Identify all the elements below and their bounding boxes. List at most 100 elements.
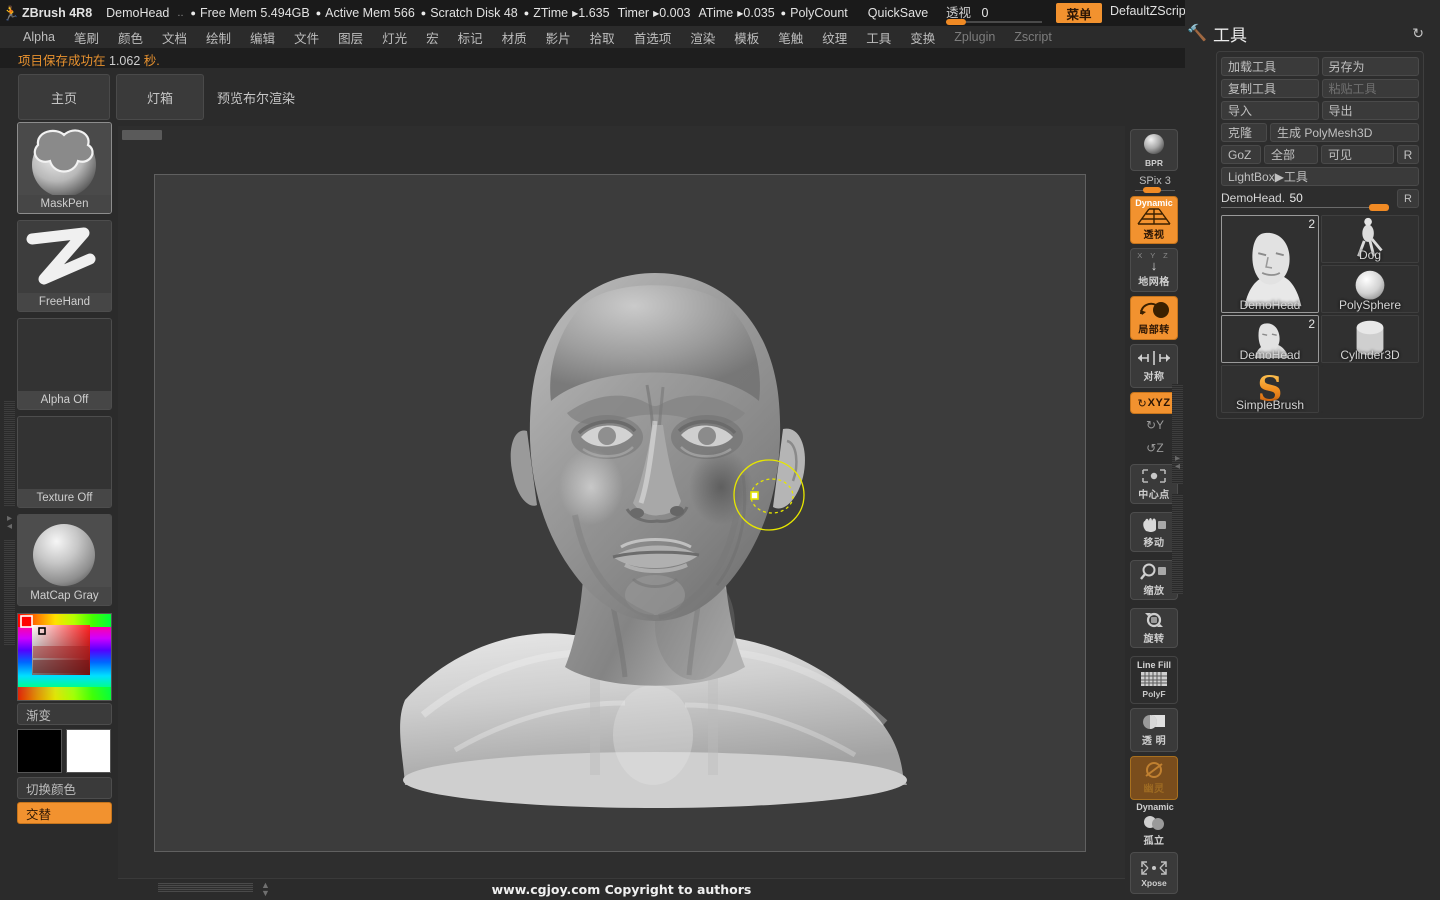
goz-button[interactable]: GoZ	[1221, 145, 1261, 164]
menu-item-transform[interactable]: 变换	[901, 26, 944, 49]
local-transform-button[interactable]: 局部转	[1130, 296, 1178, 340]
quicksave-button[interactable]: QuickSave	[868, 6, 928, 20]
menu-item-zplugin[interactable]: Zplugin	[945, 28, 1004, 46]
tool-cell-polysphere[interactable]: PolySphere	[1321, 265, 1419, 313]
floor-grid-button[interactable]: X Y Z ↓ 地网格	[1130, 248, 1178, 292]
load-tool-button[interactable]: 加载工具	[1221, 57, 1319, 76]
menu-item-color[interactable]: 颜色	[109, 26, 152, 49]
tool-cell-label: SimpleBrush	[1235, 398, 1305, 412]
bpr-render-button[interactable]: BPR	[1130, 129, 1178, 171]
primary-color-swatch[interactable]	[17, 729, 62, 773]
import-button[interactable]: 导入	[1221, 101, 1319, 120]
xpose-label: Xpose	[1141, 877, 1167, 888]
menu-item-marker[interactable]: 标记	[449, 26, 492, 49]
ghost-button[interactable]: 幽灵	[1130, 756, 1178, 800]
alternate-button[interactable]: 交替	[17, 802, 112, 824]
menu-item-movie[interactable]: 影片	[537, 26, 580, 49]
visible-button[interactable]: 可见	[1321, 145, 1394, 164]
menu-item-stroke[interactable]: 笔触	[769, 26, 812, 49]
spix-slider[interactable]: SPix 3	[1125, 175, 1185, 187]
menu-item-brush[interactable]: 笔刷	[65, 26, 108, 49]
move-tool-button[interactable]: 移动	[1130, 512, 1178, 552]
menu-item-layer[interactable]: 图层	[329, 26, 372, 49]
tool-cell-cylinder3d[interactable]: Cylinder3D	[1321, 315, 1419, 363]
menu-button[interactable]: 菜单	[1056, 3, 1102, 23]
r-button[interactable]: R	[1397, 145, 1419, 164]
polyframe-button[interactable]: Line Fill PolyF	[1130, 656, 1178, 704]
lightbox-button[interactable]: 灯箱	[116, 74, 204, 120]
tool-cell-dog[interactable]: Dog	[1321, 215, 1419, 263]
symmetry-button[interactable]: 对称	[1130, 344, 1178, 388]
menu-item-light[interactable]: 灯光	[373, 26, 416, 49]
texture-tile[interactable]: Texture Off	[17, 416, 112, 508]
menu-item-macro[interactable]: 宏	[417, 26, 448, 49]
current-tool-slider[interactable]: DemoHead. 50 R	[1221, 189, 1419, 211]
menu-item-tool[interactable]: 工具	[857, 26, 900, 49]
switch-color-button[interactable]: 切换颜色	[17, 777, 112, 799]
tool-cell-simplebrush[interactable]: S SimpleBrush	[1221, 365, 1319, 413]
menu-item-preferences[interactable]: 首选项	[625, 26, 681, 49]
tool-cell-demohead[interactable]: 2 DemoHead	[1221, 215, 1319, 313]
left-tray-handle-bottom[interactable]	[4, 540, 15, 645]
current-tool-knob[interactable]	[1369, 204, 1389, 211]
material-tile-matcap-gray[interactable]: MatCap Gray	[17, 514, 112, 606]
preview-boolean-render-button[interactable]: 预览布尔渲染	[208, 74, 304, 120]
paste-tool-button[interactable]: 粘贴工具	[1321, 79, 1419, 98]
footer-tray-arrows-icon[interactable]: ▲ ▼	[261, 881, 270, 898]
rotate-tool-button[interactable]: 旋转	[1130, 608, 1178, 648]
alpha-tile[interactable]: Alpha Off	[17, 318, 112, 410]
footer-tray-handle[interactable]	[158, 883, 253, 892]
tool-cell-demohead-2[interactable]: 2 DemoHead	[1221, 315, 1319, 363]
menu-item-alpha[interactable]: Alpha	[14, 28, 64, 46]
status-bullet-icon: ●	[420, 8, 427, 18]
xpose-button[interactable]: Xpose	[1130, 852, 1178, 894]
right-tray-arrows-icon[interactable]: ▸ ◂	[1172, 446, 1183, 480]
menu-item-document[interactable]: 文档	[153, 26, 196, 49]
transparency-button[interactable]: 透 明	[1130, 708, 1178, 752]
lightbox-tool-button[interactable]: LightBox▶工具	[1221, 167, 1419, 186]
center-point-button[interactable]: 中心点	[1130, 464, 1178, 504]
left-tray-arrows-icon[interactable]: ▸ ◂	[4, 506, 15, 540]
secondary-color-swatch[interactable]	[66, 729, 111, 773]
xyz-axis-button[interactable]: ↻ XYZ	[1130, 392, 1178, 414]
stroke-tile-freehand[interactable]: FreeHand	[17, 220, 112, 312]
current-tool-r-button[interactable]: R	[1397, 189, 1419, 208]
canvas-area[interactable]: ▲ ▼ www.cgjoy.com Copyright to authors	[118, 126, 1125, 900]
document-canvas[interactable]	[154, 174, 1086, 852]
timer-label: Timer	[617, 6, 650, 20]
menu-item-render[interactable]: 渲染	[681, 26, 724, 49]
menu-item-material[interactable]: 材质	[493, 26, 536, 49]
perspective-slider[interactable]: 透视 0	[946, 2, 1042, 25]
texture-tile-label: Texture Off	[18, 489, 111, 507]
menu-item-edit[interactable]: 编辑	[241, 26, 284, 49]
tool-thumbnail-grid: 2 DemoHead Dog PolySphere 2 DemoHead Cyl…	[1221, 215, 1419, 413]
perspective-toggle-button[interactable]: Dynamic 透视	[1130, 196, 1178, 244]
menu-item-file[interactable]: 文件	[285, 26, 328, 49]
right-tray-handle-bottom[interactable]	[1172, 494, 1183, 594]
color-picker[interactable]	[17, 613, 112, 701]
home-button[interactable]: 主页	[18, 74, 110, 120]
gradient-button[interactable]: 渐变	[17, 703, 112, 725]
solo-button[interactable]: 孤立	[1130, 812, 1178, 850]
menu-item-stencil[interactable]: 模板	[725, 26, 768, 49]
refresh-icon[interactable]: ↻	[1412, 25, 1424, 42]
all-button[interactable]: 全部	[1264, 145, 1318, 164]
brush-tile-maskpen[interactable]: MaskPen	[17, 122, 112, 214]
export-button[interactable]: 导出	[1321, 101, 1419, 120]
make-polymesh3d-button[interactable]: 生成 PolyMesh3D	[1270, 123, 1419, 142]
menu-item-texture[interactable]: 纹理	[813, 26, 856, 49]
spix-knob[interactable]	[1143, 187, 1161, 193]
center-point-icon	[1142, 469, 1166, 483]
copy-tool-button[interactable]: 复制工具	[1221, 79, 1319, 98]
perspective-knob[interactable]	[946, 19, 966, 25]
menu-item-draw[interactable]: 绘制	[197, 26, 240, 49]
menu-item-zscript[interactable]: Zscript	[1005, 28, 1061, 46]
save-as-button[interactable]: 另存为	[1321, 57, 1419, 76]
floor-grid-label: 地网格	[1138, 277, 1170, 289]
clone-button[interactable]: 克隆	[1221, 123, 1267, 142]
menu-item-picker[interactable]: 拾取	[581, 26, 624, 49]
left-tray-handle-top[interactable]	[4, 401, 15, 506]
ghost-icon	[1145, 762, 1163, 778]
zoom-tool-button[interactable]: 缩放	[1130, 560, 1178, 600]
scroll-handle[interactable]	[122, 130, 162, 140]
